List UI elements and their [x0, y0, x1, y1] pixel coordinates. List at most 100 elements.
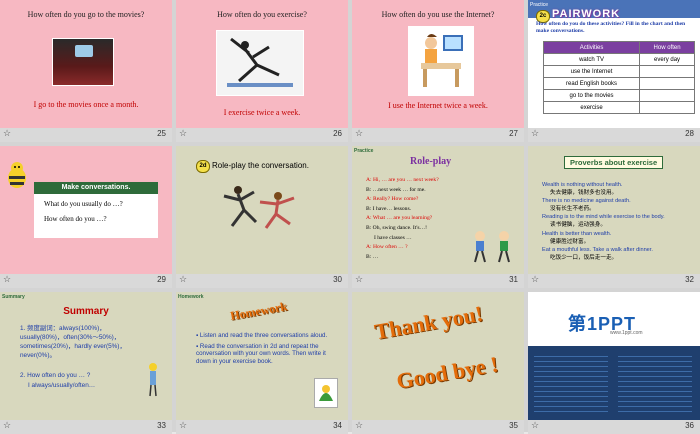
slide-thumbnail-29[interactable]: Make conversations. What do you usually … — [0, 146, 172, 288]
table-cell — [639, 65, 695, 78]
slide-28-footer: ☆ 28 — [528, 128, 700, 142]
slide-number: 36 — [685, 421, 694, 430]
conversation-prompts-box: What do you usually do …? How often do y… — [34, 194, 158, 238]
summary-title: Summary — [63, 306, 109, 317]
slide-sorter-grid: How often do you go to the movies? I go … — [0, 0, 700, 434]
table-row: exercise — [542, 101, 695, 114]
slide-number: 30 — [333, 275, 342, 284]
slide-transition-icon[interactable]: ☆ — [531, 420, 539, 431]
internet-user-image — [408, 26, 474, 96]
slide-thumbnail-35[interactable]: Thank you! Good bye ! ☆ 35 — [352, 292, 524, 434]
slide-32-canvas: Proverbs about exercise Wealth is nothin… — [528, 146, 700, 274]
slide-27-answer: I use the Internet twice a week. — [388, 101, 488, 110]
table-row: read English books — [542, 77, 695, 90]
table-row: use the Internet — [542, 65, 695, 78]
table-cell — [639, 77, 695, 90]
activity-table: Activities How often watch TV every day u… — [542, 41, 695, 114]
proverbs-title: Proverbs about exercise — [564, 156, 664, 169]
table-header: How often — [639, 41, 695, 54]
dialogue-line: A: Hi, … are you … next week? — [366, 177, 439, 183]
bee-icon — [4, 160, 30, 195]
slide-transition-icon[interactable]: ☆ — [355, 128, 363, 139]
table-header: Activities — [542, 41, 641, 54]
table-cell: exercise — [542, 101, 641, 114]
slide-thumbnail-32[interactable]: Proverbs about exercise Wealth is nothin… — [528, 146, 700, 288]
slide-transition-icon[interactable]: ☆ — [179, 274, 187, 285]
table-cell: read English books — [542, 77, 641, 90]
summary-question: 2. How often do you … ? — [20, 372, 91, 379]
slide-25-question: How often do you go to the movies? — [27, 10, 145, 19]
dialogue-line: I have classes … — [374, 234, 412, 241]
roleplay-title: Role-play — [410, 156, 452, 167]
slide-26-footer: ☆ 26 — [176, 128, 348, 142]
homework-item-text: Read the conversation in 2d and repeat t… — [196, 342, 326, 365]
slide-28-canvas: Practice 2c PAIRWORK How often do you do… — [528, 0, 700, 128]
make-conversations-banner: Make conversations. — [34, 182, 158, 194]
exercise-badge: 2d — [196, 160, 210, 173]
table-row: go to the movies — [542, 89, 695, 102]
prompt-line-1: What do you usually do …? — [44, 200, 123, 208]
slide-number: 26 — [333, 129, 342, 138]
slide-number: 29 — [157, 275, 166, 284]
proverb-en: Eat a mouthful less. Take a walk after d… — [542, 246, 653, 253]
slide-transition-icon[interactable]: ☆ — [355, 274, 363, 285]
proverb-cn: 健康胜过财富。 — [550, 238, 590, 245]
slide-30-footer: ☆ 30 — [176, 274, 348, 288]
slide-thumbnail-33[interactable]: Summary Summary 1. 频度副词：always(100%)，usu… — [0, 292, 172, 434]
slide-transition-icon[interactable]: ☆ — [3, 128, 11, 139]
slide-number: 35 — [509, 421, 518, 430]
slide-transition-icon[interactable]: ☆ — [3, 420, 11, 431]
slide-transition-icon[interactable]: ☆ — [531, 274, 539, 285]
slide-thumbnail-26[interactable]: How often do you exercise? I exercise tw… — [176, 0, 348, 142]
thank-you-text: Thank you! — [372, 300, 485, 345]
dialogue-line: B: … — [366, 253, 379, 260]
slide-transition-icon[interactable]: ☆ — [531, 128, 539, 139]
slide-35-canvas: Thank you! Good bye ! — [352, 292, 524, 420]
slide-transition-icon[interactable]: ☆ — [179, 420, 187, 431]
slide-number: 25 — [157, 129, 166, 138]
dancers-image — [216, 182, 306, 244]
slide-thumbnail-36[interactable]: 第1PPT www.1ppt.com ☆ 36 — [528, 292, 700, 434]
slide-thumbnail-25[interactable]: How often do you go to the movies? I go … — [0, 0, 172, 142]
dialogue-line: B: …next week … for me. — [366, 186, 426, 193]
promo-text-block-right — [618, 352, 692, 412]
table-cell: use the Internet — [542, 65, 641, 78]
slide-number: 31 — [509, 275, 518, 284]
homework-item: ▪ Listen and read the three conversation… — [196, 332, 328, 339]
table-row: watch TV every day — [542, 53, 695, 66]
summary-label: Summary — [2, 294, 25, 300]
cinema-image — [52, 38, 114, 86]
pairwork-title: PAIRWORK — [552, 8, 621, 20]
promo-panel — [528, 346, 700, 420]
slide-transition-icon[interactable]: ☆ — [355, 420, 363, 431]
proverb-en: Health is better than wealth. — [542, 230, 612, 237]
slide-thumbnail-31[interactable]: Practice Role-play A: Hi, … are you … ne… — [352, 146, 524, 288]
slide-25-canvas: How often do you go to the movies? I go … — [0, 0, 172, 128]
proverb-cn: 没有长生不老药。 — [550, 206, 595, 213]
slide-number: 34 — [333, 421, 342, 430]
slide-thumbnail-30[interactable]: 2d Role-play the conversation. ☆ 30 — [176, 146, 348, 288]
proverb-cn: 吃饭少一口，饭后走一走。 — [550, 254, 618, 261]
slide-25-answer: I go to the movies once a month. — [33, 100, 139, 109]
good-bye-text: Good bye ! — [394, 351, 500, 394]
table-cell: watch TV — [542, 53, 641, 66]
slide-transition-icon[interactable]: ☆ — [179, 128, 187, 139]
proverb-en: Wealth is nothing without health. — [542, 182, 623, 188]
slide-29-canvas: Make conversations. What do you usually … — [0, 146, 172, 274]
bird-icon — [314, 378, 338, 408]
homework-label: Homework — [178, 294, 204, 300]
homework-title: Homework — [229, 299, 289, 323]
proverb-cn: 读书健脑，运动强身。 — [550, 222, 606, 229]
slide-36-canvas: 第1PPT www.1ppt.com — [528, 292, 700, 420]
dialogue-line: A: What … are you learning? — [366, 215, 433, 222]
slide-thumbnail-34[interactable]: Homework Homework ▪ Listen and read the … — [176, 292, 348, 434]
slide-thumbnail-28[interactable]: Practice 2c PAIRWORK How often do you do… — [528, 0, 700, 142]
dialogue-line: A: Really? How come? — [366, 196, 419, 203]
slide-transition-icon[interactable]: ☆ — [3, 274, 11, 285]
slide-32-footer: ☆ 32 — [528, 274, 700, 288]
prompt-line-2: How often do you …? — [44, 215, 107, 223]
slide-thumbnail-27[interactable]: How often do you use the Internet? I use… — [352, 0, 524, 142]
exercise-image — [216, 30, 304, 96]
frequency-adverbs: 1. 频度副词：always(100%)，usually(80%)，often(… — [20, 325, 126, 359]
slide-29-footer: ☆ 29 — [0, 274, 172, 288]
